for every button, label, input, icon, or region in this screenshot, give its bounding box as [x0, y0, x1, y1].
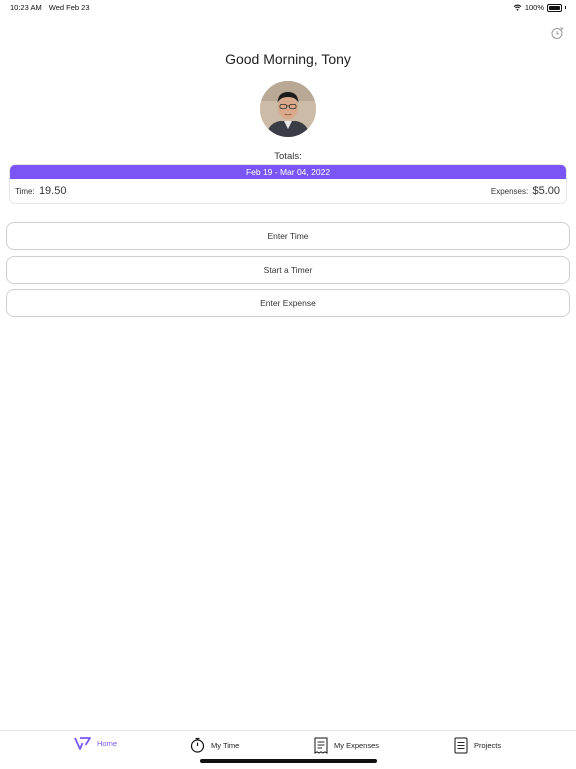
status-bar: 10:23 AM Wed Feb 23 100% [0, 0, 576, 14]
tab-my-time-label: My Time [211, 740, 240, 750]
tab-home[interactable]: Home [74, 737, 117, 750]
expenses-total: Expenses: $5.00 [491, 185, 560, 197]
tab-home-label: Home [97, 739, 118, 748]
receipt-icon [314, 737, 328, 754]
totals-row: Time: 19.50 Expenses: $5.00 [10, 179, 566, 203]
expenses-total-value: $5.00 [532, 185, 560, 197]
status-left: 10:23 AM Wed Feb 23 [10, 3, 95, 12]
tab-projects[interactable]: Projects [454, 737, 501, 754]
status-time: 10:23 AM [10, 3, 42, 12]
battery-cap [565, 6, 566, 9]
time-total-label: Time: [15, 187, 35, 196]
avatar [260, 81, 316, 137]
time-total: Time: 19.50 [15, 185, 66, 197]
battery-percent: 100% [524, 3, 544, 12]
wifi-icon [513, 4, 522, 11]
clock-history-icon [551, 27, 564, 39]
stopwatch-icon [190, 737, 205, 753]
status-date: Wed Feb 23 [48, 3, 90, 12]
tab-my-expenses[interactable]: My Expenses [314, 737, 379, 754]
totals-card: Feb 19 - Mar 04, 2022 Time: 19.50 Expens… [9, 164, 567, 204]
profile-photo [260, 81, 316, 137]
date-range-bar[interactable]: Feb 19 - Mar 04, 2022 [10, 165, 566, 179]
start-timer-button[interactable]: Start a Timer [6, 256, 570, 284]
enter-time-button[interactable]: Enter Time [6, 222, 570, 250]
time-total-value: 19.50 [38, 185, 67, 197]
tab-projects-label: Projects [474, 741, 502, 750]
timer-history-button[interactable] [550, 26, 564, 40]
document-icon [454, 737, 468, 754]
totals-label: Totals: [274, 151, 302, 162]
home-logo-icon [74, 737, 91, 750]
greeting-title: Good Morning, Tony [225, 51, 351, 67]
status-right: 100% [513, 3, 566, 12]
tab-bar: Home My Time My Expenses Projects [0, 730, 576, 769]
tab-my-time[interactable]: My Time [190, 737, 239, 753]
home-indicator[interactable] [200, 759, 377, 763]
battery-icon [547, 3, 562, 12]
tab-my-expenses-label: My Expenses [334, 741, 380, 750]
enter-expense-button[interactable]: Enter Expense [6, 289, 570, 317]
expenses-total-label: Expenses: [490, 187, 529, 196]
